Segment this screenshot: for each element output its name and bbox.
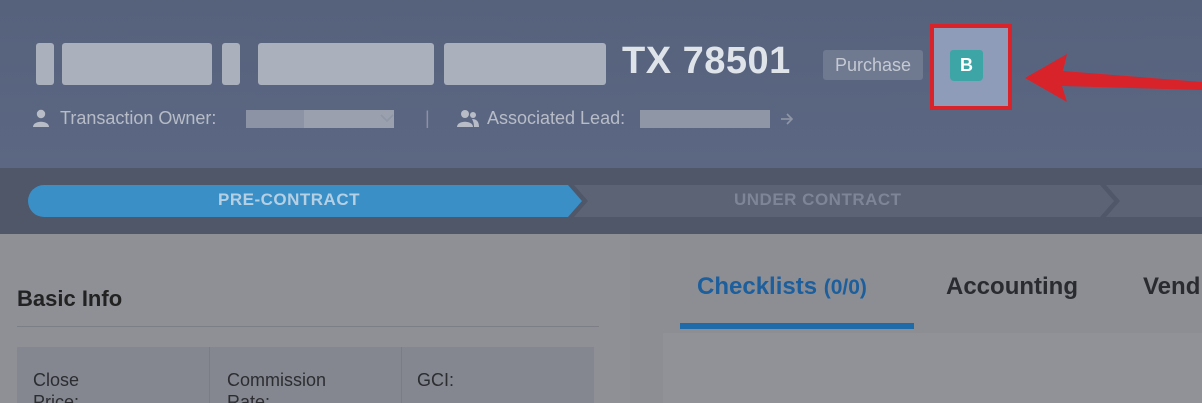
active-tab-underline — [680, 323, 914, 329]
tab-checklists[interactable]: Checklists (0/0) — [697, 273, 867, 301]
transaction-header: TX 78501 Purchase B Transaction Owner: |… — [0, 0, 1202, 168]
commission-rate-label-line1: Commission — [227, 370, 327, 390]
stage-progress-bar: PRE-CONTRACT UNDER CONTRACT — [0, 168, 1202, 234]
redacted-address-part — [258, 43, 434, 85]
close-price-label-line1: Close — [33, 370, 80, 390]
tab-content-area — [663, 333, 1202, 403]
section-divider — [17, 326, 599, 327]
people-icon — [457, 110, 479, 127]
meta-separator: | — [425, 108, 430, 128]
gci-cell: GCI: — [402, 347, 594, 403]
redacted-address-part — [62, 43, 212, 85]
commission-rate-cell: Commission Rate: — [210, 347, 402, 403]
tab-checklists-count: (0/0) — [823, 276, 867, 299]
chevron-down-icon[interactable] — [380, 113, 394, 123]
transaction-owner-label: Transaction Owner: — [60, 108, 217, 128]
tab-checklists-label: Checklists — [697, 273, 818, 300]
transaction-type-tag: Purchase — [823, 50, 923, 80]
tab-vendors[interactable]: Vend — [1143, 273, 1200, 301]
annotation-arrow-icon — [1025, 54, 1202, 102]
redacted-address-part — [222, 43, 240, 85]
redacted-address-part — [444, 43, 606, 85]
associated-lead-label: Associated Lead: — [487, 108, 626, 128]
arrow-right-icon[interactable] — [780, 113, 794, 125]
tab-accounting[interactable]: Accounting — [946, 273, 1078, 301]
stage-next-shape — [1106, 185, 1202, 217]
person-icon — [33, 109, 49, 127]
address-zip-text: TX 78501 — [622, 40, 791, 82]
stage-pre-contract[interactable]: PRE-CONTRACT — [218, 190, 360, 210]
b-badge-icon[interactable]: B — [950, 50, 983, 81]
redacted-address-part — [36, 43, 54, 85]
close-price-cell: Close Price: — [17, 347, 210, 403]
commission-rate-label-line2: Rate: — [227, 392, 271, 403]
basic-info-title: Basic Info — [17, 286, 123, 311]
gci-label: GCI: — [417, 370, 455, 390]
close-price-label-line2: Price: — [33, 392, 80, 403]
redacted-lead-name[interactable] — [640, 110, 770, 128]
redacted-owner-name[interactable] — [246, 110, 394, 128]
stage-under-contract[interactable]: UNDER CONTRACT — [734, 190, 902, 210]
